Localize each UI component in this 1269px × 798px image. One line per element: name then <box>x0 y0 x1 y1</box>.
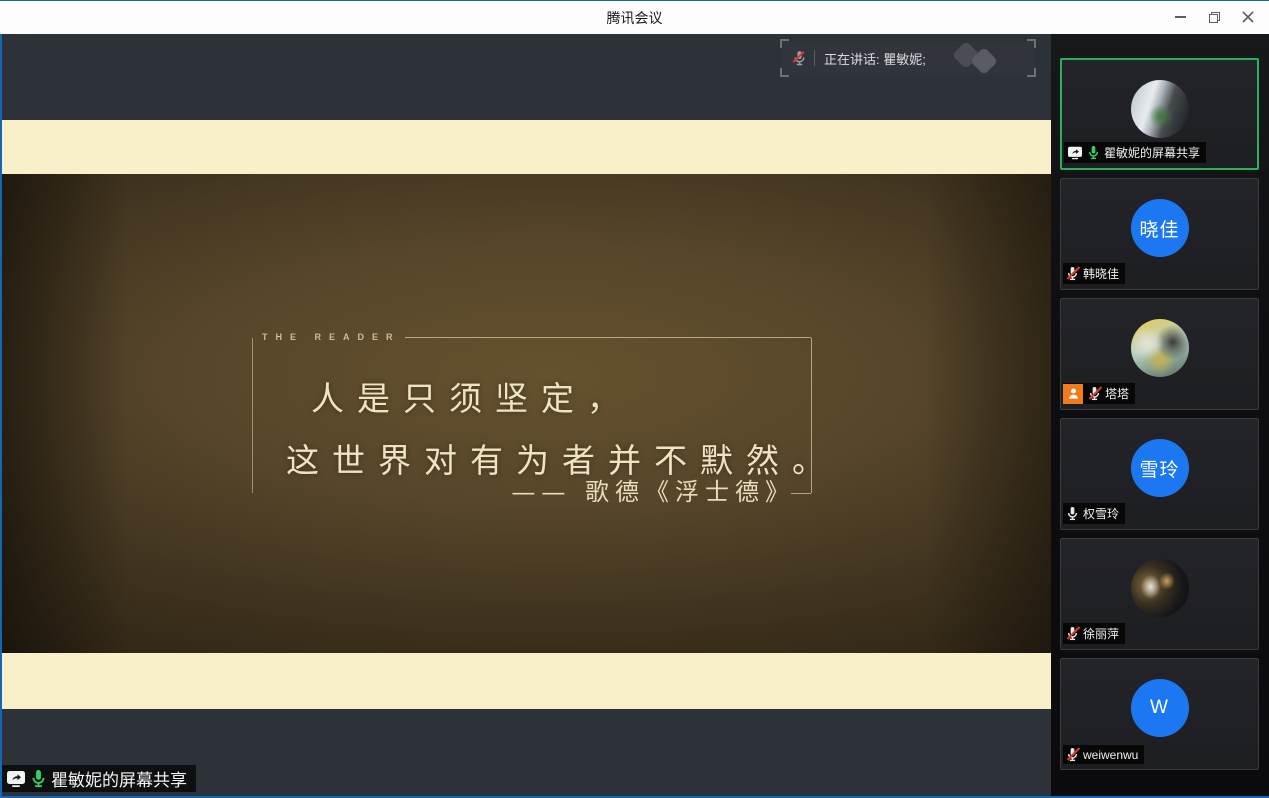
participant-tile-quminni-share[interactable]: 瞿敏妮的屏幕共享 <box>1060 58 1259 170</box>
participant-tile-quanxueling[interactable]: 雪玲 权雪玲 <box>1060 418 1259 530</box>
participant-tile-xuliping[interactable]: 徐丽萍 <box>1060 538 1259 650</box>
window-title: 腾讯会议 <box>607 8 663 28</box>
sharer-name-text: 瞿敏妮的屏幕共享 <box>51 766 187 791</box>
series-badge: THE READER <box>262 332 401 342</box>
participant-tile-hanxiaojia[interactable]: 晓佳 韩晓佳 <box>1060 178 1259 290</box>
close-icon <box>1242 11 1254 23</box>
app-window: 腾讯会议 THE READER <box>0 0 1269 798</box>
participant-name: 瞿敏妮的屏幕共享 <box>1104 144 1200 161</box>
close-button[interactable] <box>1231 1 1265 33</box>
mic-idle-icon <box>1066 506 1079 521</box>
mic-muted-icon <box>1066 747 1079 762</box>
titlebar: 腾讯会议 <box>0 1 1269 34</box>
tencent-meeting-logo-icon <box>952 44 1010 72</box>
participant-name: 徐丽萍 <box>1083 625 1119 642</box>
meeting-body: THE READER 人是只须坚定， 这世界对有为者并不默然。 —— 歌德《浮士… <box>0 34 1269 798</box>
mic-on-icon <box>30 769 47 788</box>
restore-button[interactable] <box>1197 1 1231 33</box>
avatar: W <box>1131 679 1189 737</box>
quote-attribution: —— 歌德《浮士德》 <box>511 472 795 507</box>
participant-label: 韩晓佳 <box>1063 263 1125 284</box>
participant-name: 权雪玲 <box>1083 505 1119 522</box>
participant-name: weiwenwu <box>1083 748 1138 762</box>
participant-label: 徐丽萍 <box>1063 623 1125 644</box>
participant-name: 韩晓佳 <box>1083 265 1119 282</box>
avatar <box>1131 559 1189 617</box>
quote-frame: THE READER 人是只须坚定， 这世界对有为者并不默然。 —— 歌德《浮士… <box>252 338 812 493</box>
participant-label: 瞿敏妮的屏幕共享 <box>1064 142 1206 163</box>
participant-label: 塔塔 <box>1063 383 1135 404</box>
speaking-status-text: 正在讲话: 瞿敏妮; <box>824 49 926 68</box>
screen-share-icon <box>1067 146 1083 160</box>
host-badge-icon <box>1063 384 1083 404</box>
shared-video-frame: THE READER 人是只须坚定， 这世界对有为者并不默然。 —— 歌德《浮士… <box>2 174 1051 653</box>
avatar: 雪玲 <box>1131 439 1189 497</box>
slide-cream-band-top <box>2 120 1051 174</box>
muted-mic-icon <box>792 50 807 66</box>
participant-label: 权雪玲 <box>1063 503 1125 524</box>
minimize-icon <box>1175 16 1186 18</box>
participant-sidebar: 瞿敏妮的屏幕共享 晓佳 韩晓佳 <box>1051 34 1269 796</box>
speaking-status-pill: 正在讲话: 瞿敏妮; <box>782 41 1034 75</box>
quote-frame-topline <box>405 337 811 338</box>
window-controls <box>1163 1 1265 33</box>
mic-muted-icon <box>1066 266 1079 281</box>
quote-line-1: 人是只须坚定， <box>311 372 811 420</box>
participant-tile-weiwenwu[interactable]: W weiwenwu <box>1060 658 1259 770</box>
avatar: 晓佳 <box>1131 199 1189 257</box>
minimize-button[interactable] <box>1163 1 1197 33</box>
restore-icon <box>1209 12 1220 23</box>
avatar <box>1131 80 1189 138</box>
participant-name: 塔塔 <box>1105 385 1129 402</box>
shared-screen-stage[interactable]: THE READER 人是只须坚定， 这世界对有为者并不默然。 —— 歌德《浮士… <box>2 34 1051 796</box>
slide-cream-band-bottom <box>2 653 1051 709</box>
avatar <box>1131 319 1189 377</box>
sharer-name-overlay: 瞿敏妮的屏幕共享 <box>2 765 196 792</box>
screen-share-icon <box>6 770 26 788</box>
mic-on-icon <box>1087 145 1100 160</box>
status-separator <box>814 50 815 66</box>
participant-label: weiwenwu <box>1063 745 1144 764</box>
mic-muted-icon <box>1088 386 1101 401</box>
participant-tile-tata[interactable]: 塔塔 <box>1060 298 1259 410</box>
mic-muted-icon <box>1066 626 1079 641</box>
